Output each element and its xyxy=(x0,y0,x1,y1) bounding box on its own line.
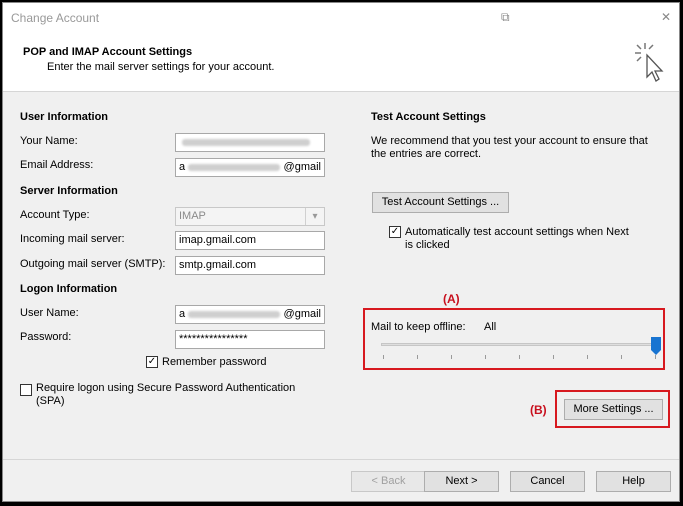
test-desc-line2: the entries are correct. xyxy=(371,148,482,160)
restore-icon[interactable]: ⧉ xyxy=(501,10,510,25)
header-subtitle: Enter the mail server settings for your … xyxy=(47,61,275,73)
remember-password-label: Remember password xyxy=(162,356,267,368)
slider-tick xyxy=(383,355,384,359)
slider-tick xyxy=(485,355,486,359)
help-button[interactable]: Help xyxy=(596,471,671,492)
title-bar: Change Account ⧉ ✕ xyxy=(3,3,679,33)
next-button[interactable]: Next > xyxy=(424,471,499,492)
annotation-b: (B) xyxy=(530,403,547,417)
account-type-label: Account Type: xyxy=(20,209,90,221)
chevron-down-icon: ▾ xyxy=(305,208,324,225)
incoming-server-label: Incoming mail server: xyxy=(20,233,125,245)
window-title: Change Account xyxy=(11,11,100,25)
test-account-settings-button[interactable]: Test Account Settings ... xyxy=(372,192,509,213)
user-info-heading: User Information xyxy=(20,111,109,123)
username-prefix: a xyxy=(179,308,186,320)
email-prefix: a xyxy=(179,161,186,173)
mail-offline-label: Mail to keep offline: xyxy=(371,321,466,333)
spa-checkbox[interactable] xyxy=(20,384,32,396)
more-settings-button[interactable]: More Settings ... xyxy=(564,399,663,420)
username-label: User Name: xyxy=(20,307,79,319)
mail-offline-value: All xyxy=(484,321,497,333)
email-input[interactable]: a @gmail xyxy=(175,158,325,177)
auto-test-label-line1: Automatically test account settings when… xyxy=(405,226,629,238)
offline-slider-track[interactable] xyxy=(381,343,658,346)
slider-tick xyxy=(417,355,418,359)
annotation-a: (A) xyxy=(443,292,460,306)
auto-test-checkbox[interactable]: ✓ xyxy=(389,226,401,238)
cursor-click-icon xyxy=(635,43,664,82)
slider-tick xyxy=(553,355,554,359)
outgoing-server-input[interactable]: smtp.gmail.com xyxy=(175,256,325,275)
slider-tick xyxy=(451,355,452,359)
password-label: Password: xyxy=(20,331,72,343)
outgoing-server-label: Outgoing mail server (SMTP): xyxy=(20,258,166,270)
email-suffix: @gmail xyxy=(283,161,321,173)
spa-label-line2: (SPA) xyxy=(36,395,65,407)
account-type-select[interactable]: IMAP ▾ xyxy=(175,207,325,226)
spa-label-line1: Require logon using Secure Password Auth… xyxy=(36,382,296,394)
header-title: POP and IMAP Account Settings xyxy=(23,46,193,58)
email-label: Email Address: xyxy=(20,159,94,171)
annotation-a-box xyxy=(363,308,665,370)
server-info-heading: Server Information xyxy=(20,185,118,197)
dialog-header: POP and IMAP Account Settings Enter the … xyxy=(3,33,679,92)
account-type-value: IMAP xyxy=(179,210,206,222)
slider-tick xyxy=(519,355,520,359)
password-input[interactable]: **************** xyxy=(175,330,325,349)
close-icon[interactable]: ✕ xyxy=(661,10,671,24)
your-name-input[interactable] xyxy=(175,133,325,152)
test-settings-heading: Test Account Settings xyxy=(371,111,486,123)
slider-tick xyxy=(587,355,588,359)
cancel-button[interactable]: Cancel xyxy=(510,471,585,492)
test-desc-line1: We recommend that you test your account … xyxy=(371,135,648,147)
username-suffix: @gmail xyxy=(283,308,321,320)
username-input[interactable]: a @gmail xyxy=(175,305,325,324)
offline-slider-thumb[interactable] xyxy=(651,337,661,355)
footer-divider xyxy=(3,459,679,460)
back-button[interactable]: < Back xyxy=(351,471,426,492)
slider-tick xyxy=(655,355,656,359)
your-name-label: Your Name: xyxy=(20,135,78,147)
auto-test-label-line2: is clicked xyxy=(405,239,450,251)
change-account-dialog: Change Account ⧉ ✕ POP and IMAP Account … xyxy=(2,2,680,502)
remember-password-checkbox[interactable]: ✓ xyxy=(146,356,158,368)
incoming-server-input[interactable]: imap.gmail.com xyxy=(175,231,325,250)
slider-tick xyxy=(621,355,622,359)
logon-info-heading: Logon Information xyxy=(20,283,118,295)
